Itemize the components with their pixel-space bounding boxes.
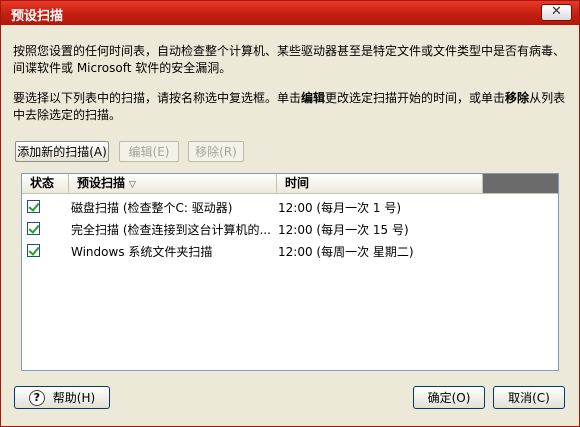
title-bar[interactable]: 预设扫描 ✕ xyxy=(1,1,579,25)
window-title: 预设扫描 xyxy=(11,9,64,24)
time-header-label: 时间 xyxy=(285,176,310,190)
desc-edit-keyword: 编辑 xyxy=(301,91,326,105)
chevron-down-icon: ▽ xyxy=(129,180,136,190)
description-paragraph-1: 按照您设置的任何时间表，自动检查整个计算机、某些驱动器甚至是特定文件或文件类型中… xyxy=(13,44,566,75)
help-button[interactable]: ? 帮助(H) xyxy=(14,386,110,409)
remove-scan-button[interactable]: 移除(R) xyxy=(188,141,244,162)
scan-time: 12:00 (每月一次 1 号) xyxy=(278,201,402,215)
name-header-label: 预设扫描 xyxy=(77,176,126,190)
table-row[interactable]: 磁盘扫描 (检查整个C: 驱动器) 12:00 (每月一次 1 号) xyxy=(22,196,558,218)
table-row[interactable]: 完全扫描 (检查连接到这台计算机的... 12:00 (每月一次 15 号) xyxy=(22,218,558,240)
help-button-label: 帮助(H) xyxy=(52,391,96,405)
column-header-status[interactable]: 状态 xyxy=(22,174,69,193)
close-button[interactable]: ✕ xyxy=(541,4,572,21)
edit-scan-button[interactable]: 编辑(E) xyxy=(119,141,179,162)
status-header-label: 状态 xyxy=(30,176,55,190)
column-header-time[interactable]: 时间 xyxy=(277,174,483,193)
ok-button[interactable]: 确定(O) xyxy=(413,386,485,409)
scan-name: 磁盘扫描 (检查整个C: 驱动器) xyxy=(71,201,233,215)
header-filler xyxy=(483,174,558,193)
list-header: 状态 预设扫描 ▽ 时间 xyxy=(22,174,558,194)
desc-text-1: 要选择以下列表中的扫描，请按名称选中复选框。单击 xyxy=(13,91,302,105)
column-header-name[interactable]: 预设扫描 ▽ xyxy=(69,174,277,193)
desc-remove-keyword: 移除 xyxy=(505,91,530,105)
scan-name: Windows 系统文件夹扫描 xyxy=(71,245,213,259)
row-checkbox[interactable] xyxy=(27,222,40,235)
scan-list[interactable]: 状态 预设扫描 ▽ 时间 磁盘扫描 (检查整个C: 驱动器) 12:00 (每月一… xyxy=(21,173,559,371)
scan-name: 完全扫描 (检查连接到这台计算机的... xyxy=(71,223,271,237)
row-checkbox[interactable] xyxy=(27,200,40,213)
cancel-button[interactable]: 取消(C) xyxy=(493,386,565,409)
scan-time: 12:00 (每周一次 星期二) xyxy=(278,245,414,259)
scan-time: 12:00 (每月一次 15 号) xyxy=(278,223,409,237)
table-row[interactable]: Windows 系统文件夹扫描 12:00 (每周一次 星期二) xyxy=(22,240,558,262)
preset-scan-dialog: 预设扫描 ✕ 按照您设置的任何时间表，自动检查整个计算机、某些驱动器甚至是特定文… xyxy=(0,0,580,427)
close-icon: ✕ xyxy=(551,4,562,19)
add-scan-button[interactable]: 添加新的扫描(A) xyxy=(15,141,109,162)
help-icon: ? xyxy=(28,389,45,406)
description-paragraph-2: 要选择以下列表中的扫描，请按名称选中复选框。单击编辑更改选定扫描开始的时间，或单… xyxy=(13,90,569,124)
row-checkbox[interactable] xyxy=(27,244,40,257)
desc-text-2: 更改选定扫描开始的时间，或单击 xyxy=(325,91,506,105)
